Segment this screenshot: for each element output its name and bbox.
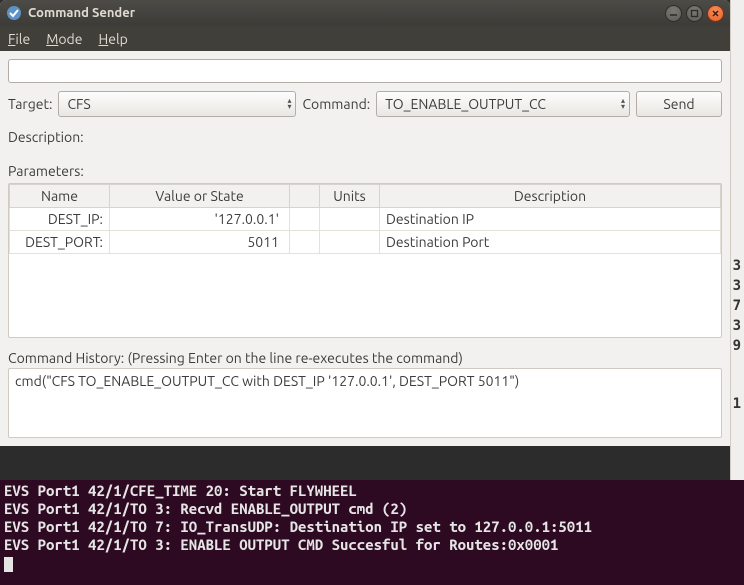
maximize-button[interactable] bbox=[686, 5, 703, 22]
param-description: Destination Port bbox=[380, 231, 721, 254]
col-value[interactable]: Value or State bbox=[110, 185, 290, 208]
target-label: Target: bbox=[8, 96, 52, 112]
history-entry[interactable]: cmd("CFS TO_ENABLE_OUTPUT_CC with DEST_I… bbox=[15, 373, 715, 389]
command-combo[interactable]: TO_ENABLE_OUTPUT_CC ▴▾ bbox=[376, 91, 630, 117]
param-value[interactable]: '127.0.0.1' bbox=[110, 208, 290, 231]
param-name: DEST_IP: bbox=[10, 208, 110, 231]
param-units bbox=[320, 208, 380, 231]
table-header-row: Name Value or State Units Description bbox=[10, 185, 721, 208]
terminal-line: EVS Port1 42/1/TO 7: IO_TransUDP: Destin… bbox=[4, 518, 592, 535]
param-description: Destination IP bbox=[380, 208, 721, 231]
target-value: CFS bbox=[67, 96, 90, 112]
bg-num: 7 bbox=[733, 298, 741, 314]
terminal-line: EVS Port1 42/1/TO 3: ENABLE OUTPUT CMD S… bbox=[4, 536, 558, 553]
col-units[interactable]: Units bbox=[320, 185, 380, 208]
table-row[interactable]: DEST_IP: '127.0.0.1' Destination IP bbox=[10, 208, 721, 231]
close-button[interactable] bbox=[707, 5, 724, 22]
bg-num: 3 bbox=[733, 258, 741, 274]
bg-num: 1 bbox=[733, 396, 741, 412]
search-input[interactable] bbox=[8, 59, 722, 83]
window-title: Command Sender bbox=[28, 6, 665, 20]
menu-file[interactable]: File bbox=[8, 31, 30, 47]
parameters-table: Name Value or State Units Description DE… bbox=[9, 184, 721, 254]
command-label: Command: bbox=[302, 96, 370, 112]
description-label: Description: bbox=[8, 129, 722, 145]
minimize-button[interactable] bbox=[665, 5, 682, 22]
terminal-line: EVS Port1 42/1/TO 3: Recvd ENABLE_OUTPUT… bbox=[4, 500, 407, 517]
titlebar[interactable]: Command Sender bbox=[0, 0, 730, 26]
command-sender-window: Command Sender File Mode Help Target: CF… bbox=[0, 0, 730, 446]
app-icon bbox=[6, 5, 22, 21]
command-value: TO_ENABLE_OUTPUT_CC bbox=[385, 96, 546, 112]
bg-num: 3 bbox=[733, 318, 741, 334]
target-combo[interactable]: CFS ▴▾ bbox=[58, 91, 296, 117]
send-button[interactable]: Send bbox=[636, 91, 722, 117]
combo-spinner-icon: ▴▾ bbox=[287, 98, 291, 110]
parameters-table-container: Name Value or State Units Description DE… bbox=[8, 183, 722, 338]
menu-mode[interactable]: Mode bbox=[46, 31, 82, 47]
col-name[interactable]: Name bbox=[10, 185, 110, 208]
menu-help[interactable]: Help bbox=[98, 31, 127, 47]
combo-spinner-icon: ▴▾ bbox=[621, 98, 625, 110]
terminal-output[interactable]: EVS Port1 42/1/CFE_TIME 20: Start FLYWHE… bbox=[0, 480, 744, 585]
param-units bbox=[320, 231, 380, 254]
bg-num: 9 bbox=[733, 338, 741, 354]
col-description[interactable]: Description bbox=[380, 185, 721, 208]
history-label: Command History: (Pressing Enter on the … bbox=[8, 350, 722, 366]
terminal-cursor bbox=[4, 557, 13, 572]
param-name: DEST_PORT: bbox=[10, 231, 110, 254]
menubar: File Mode Help bbox=[0, 26, 730, 51]
table-row[interactable]: DEST_PORT: 5011 Destination Port bbox=[10, 231, 721, 254]
param-spacer bbox=[290, 208, 320, 231]
param-value[interactable]: 5011 bbox=[110, 231, 290, 254]
col-spacer bbox=[290, 185, 320, 208]
bg-num: 3 bbox=[733, 278, 741, 294]
terminal-line: EVS Port1 42/1/CFE_TIME 20: Start FLYWHE… bbox=[4, 482, 357, 499]
history-box[interactable]: cmd("CFS TO_ENABLE_OUTPUT_CC with DEST_I… bbox=[8, 368, 722, 438]
parameters-label: Parameters: bbox=[8, 163, 722, 179]
param-spacer bbox=[290, 231, 320, 254]
